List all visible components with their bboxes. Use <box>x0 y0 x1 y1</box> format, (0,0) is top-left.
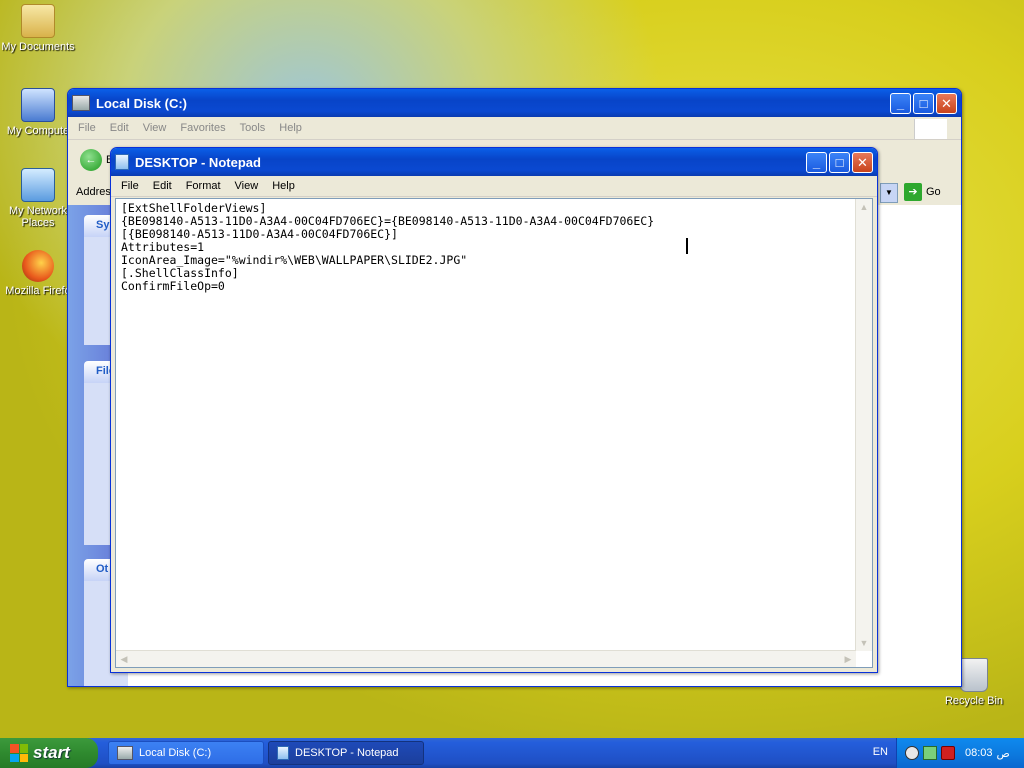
menu-file[interactable]: File <box>72 120 102 136</box>
menu-help[interactable]: Help <box>266 178 301 194</box>
drive-icon <box>72 95 90 111</box>
system-tray: 08:03 ص <box>896 738 1024 768</box>
back-button[interactable]: ← <box>80 149 102 171</box>
windows-logo-icon <box>914 119 947 139</box>
maximize-button[interactable]: □ <box>829 152 850 173</box>
explorer-title: Local Disk (C:) <box>96 95 188 111</box>
address-dropdown[interactable]: ▼ <box>880 183 898 203</box>
taskbar-item-label: DESKTOP - Notepad <box>295 747 399 759</box>
notepad-text-area[interactable]: [ExtShellFolderViews] {BE098140-A513-11D… <box>115 198 873 668</box>
start-button[interactable]: start <box>0 738 98 768</box>
my-documents-icon <box>21 4 55 38</box>
notepad-icon <box>277 746 289 760</box>
recycle-bin-icon <box>960 658 988 692</box>
close-button[interactable]: ✕ <box>852 152 873 173</box>
network-places-icon <box>21 168 55 202</box>
text-cursor-icon <box>686 238 688 254</box>
taskbar: start Local Disk (C:) DESKTOP - Notepad … <box>0 738 1024 768</box>
taskbar-item-label: Local Disk (C:) <box>139 747 212 759</box>
menu-view[interactable]: View <box>229 178 265 194</box>
desktop-icon-my-documents[interactable]: My Documents <box>0 4 78 53</box>
menu-edit[interactable]: Edit <box>147 178 178 194</box>
scroll-up-icon[interactable]: ▲ <box>856 199 872 215</box>
menu-help[interactable]: Help <box>273 120 308 136</box>
clock-suffix: ص <box>996 747 1010 760</box>
notepad-icon <box>115 154 129 170</box>
vertical-scrollbar[interactable]: ▲ ▼ <box>855 199 872 651</box>
taskbar-item-explorer[interactable]: Local Disk (C:) <box>108 741 264 765</box>
go-button[interactable]: Go <box>926 186 941 198</box>
menu-view[interactable]: View <box>137 120 173 136</box>
start-label: start <box>33 743 70 762</box>
desktop-icon-label: Recycle Bin <box>944 695 1004 707</box>
explorer-menubar: File Edit View Favorites Tools Help <box>68 117 961 140</box>
security-alert-icon[interactable] <box>941 746 955 760</box>
desktop-icon-label: My Network Places <box>8 205 68 229</box>
menu-favorites[interactable]: Favorites <box>174 120 231 136</box>
language-indicator[interactable]: EN <box>873 746 888 758</box>
scroll-down-icon[interactable]: ▼ <box>856 635 872 651</box>
go-icon[interactable]: ➔ <box>904 183 922 201</box>
windows-flag-icon <box>10 744 28 762</box>
notepad-content[interactable]: [ExtShellFolderViews] {BE098140-A513-11D… <box>118 201 854 649</box>
my-computer-icon <box>21 88 55 122</box>
drive-icon <box>117 746 133 760</box>
notepad-titlebar[interactable]: DESKTOP - Notepad _ □ ✕ <box>111 148 877 176</box>
clock[interactable]: 08:03 <box>965 747 993 759</box>
horizontal-scrollbar[interactable]: ◀ ▶ <box>116 650 856 667</box>
security-shield-icon[interactable] <box>905 746 919 760</box>
notepad-window: DESKTOP - Notepad _ □ ✕ File Edit Format… <box>110 147 878 673</box>
scroll-left-icon[interactable]: ◀ <box>116 651 132 667</box>
scroll-right-icon[interactable]: ▶ <box>840 651 856 667</box>
notepad-menubar: File Edit Format View Help <box>111 176 877 197</box>
menu-edit[interactable]: Edit <box>104 120 135 136</box>
firefox-icon <box>22 250 54 282</box>
menu-file[interactable]: File <box>115 178 145 194</box>
network-icon[interactable] <box>923 746 937 760</box>
menu-tools[interactable]: Tools <box>234 120 272 136</box>
menu-format[interactable]: Format <box>180 178 227 194</box>
minimize-button[interactable]: _ <box>806 152 827 173</box>
close-button[interactable]: ✕ <box>936 93 957 114</box>
desktop-icon-label: My Documents <box>1 41 75 53</box>
taskbar-item-notepad[interactable]: DESKTOP - Notepad <box>268 741 424 765</box>
maximize-button[interactable]: □ <box>913 93 934 114</box>
minimize-button[interactable]: _ <box>890 93 911 114</box>
explorer-titlebar[interactable]: Local Disk (C:) _ □ ✕ <box>68 89 961 117</box>
address-label: Addres <box>76 186 111 198</box>
notepad-title: DESKTOP - Notepad <box>135 154 261 170</box>
